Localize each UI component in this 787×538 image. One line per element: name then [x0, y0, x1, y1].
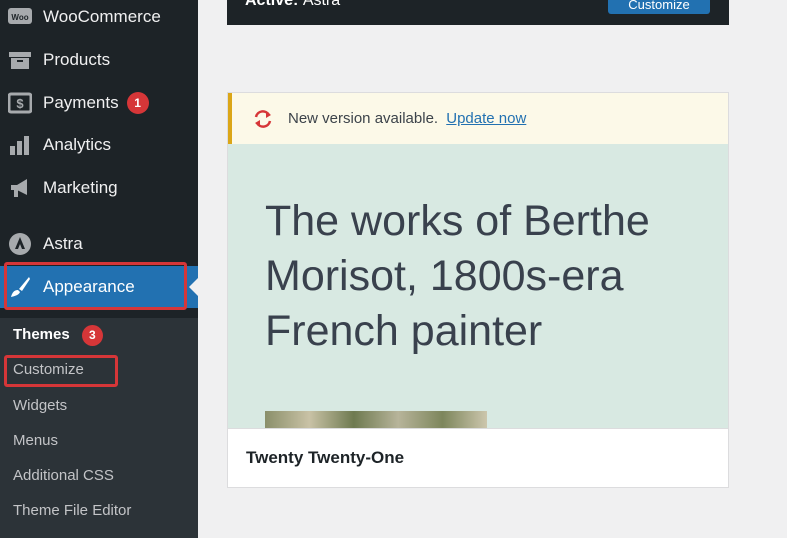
update-now-link[interactable]: Update now [446, 110, 526, 127]
woo-icon: Woo [7, 4, 33, 30]
submenu-customize[interactable]: Customize [13, 359, 84, 381]
submenu-menus[interactable]: Menus [13, 430, 58, 452]
active-theme-card: Active: Astra Customize [227, 0, 729, 25]
svg-text:Woo: Woo [11, 13, 28, 22]
theme-screenshot[interactable]: The works of Berthe Morisot, 1800s-era F… [228, 144, 728, 428]
current-menu-arrow [189, 278, 198, 296]
sidebar-item-label: Marketing [43, 178, 118, 197]
theme-screenshot-painting [265, 411, 487, 428]
update-notice: New version available. Update now [228, 93, 728, 144]
sidebar-item-appearance[interactable]: Appearance [0, 266, 198, 308]
sidebar-item-analytics[interactable]: Analytics [0, 125, 198, 165]
admin-sidebar: Woo WooCommerce Products $ Payments 1 An… [0, 0, 198, 538]
sidebar-item-label: Payments [43, 93, 119, 112]
sidebar-item-label: Products [43, 50, 111, 69]
svg-text:$: $ [16, 96, 24, 111]
sidebar-item-label: Astra [43, 234, 83, 253]
astra-icon [7, 231, 33, 257]
submenu-theme-file-editor[interactable]: Theme File Editor [13, 500, 131, 522]
submenu-widgets[interactable]: Widgets [13, 395, 67, 417]
active-theme-label: Active: Astra [245, 0, 340, 10]
archive-icon [7, 47, 33, 73]
sidebar-item-label: Analytics [43, 135, 112, 154]
refresh-icon [252, 108, 274, 130]
theme-card-twenty-twenty-one[interactable]: New version available. Update now The wo… [227, 92, 729, 488]
notice-message: New version available. [288, 110, 439, 127]
submenu-additional-css[interactable]: Additional CSS [13, 465, 114, 487]
notice-text: New version available. Update now [288, 110, 526, 127]
theme-screenshot-headline: The works of Berthe Morisot, 1800s-era F… [265, 197, 650, 355]
themes-count-badge: 3 [81, 324, 103, 346]
paintbrush-icon [7, 274, 33, 300]
appearance-submenu: Themes 3 Customize Widgets Menus Additio… [0, 318, 198, 538]
sidebar-item-marketing[interactable]: Marketing [0, 168, 198, 208]
theme-name: Twenty Twenty-One [246, 448, 405, 467]
sidebar-item-products[interactable]: Products [0, 40, 198, 80]
megaphone-icon [7, 175, 33, 201]
submenu-label: Themes [13, 326, 70, 343]
sidebar-item-label: WooCommerce [43, 7, 161, 26]
active-prefix: Active: [245, 0, 299, 9]
active-theme-name: Astra [302, 0, 341, 9]
bar-chart-icon [7, 132, 33, 158]
sidebar-item-woocommerce[interactable]: Woo WooCommerce [0, 0, 198, 37]
sidebar-item-astra[interactable]: Astra [0, 224, 198, 264]
sidebar-item-payments[interactable]: $ Payments 1 [0, 83, 198, 123]
theme-card-footer: Twenty Twenty-One [228, 428, 728, 487]
payments-count-badge: 1 [126, 92, 149, 114]
submenu-themes[interactable]: Themes 3 [13, 324, 103, 346]
sidebar-item-label: Appearance [43, 277, 135, 296]
customize-button[interactable]: Customize [608, 0, 710, 14]
money-icon: $ [7, 90, 33, 116]
